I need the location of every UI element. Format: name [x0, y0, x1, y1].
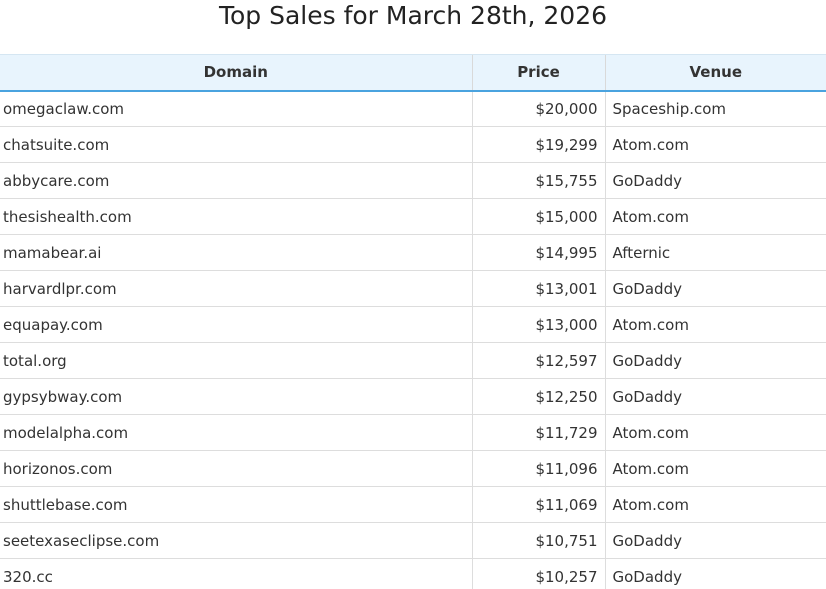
venue-cell: GoDaddy: [604, 378, 826, 415]
price-cell: $11,096: [471, 450, 605, 487]
price-cell: $11,069: [471, 486, 605, 523]
domain-cell: chatsuite.com: [0, 126, 472, 163]
venue-cell: GoDaddy: [604, 558, 826, 589]
price-cell: $10,751: [471, 522, 605, 559]
price-cell: $10,257: [471, 558, 605, 589]
venue-cell: Atom.com: [604, 414, 826, 451]
domain-cell: horizonos.com: [0, 450, 472, 487]
table-row: omegaclaw.com $20,000 Spaceship.com: [0, 90, 826, 127]
venue-cell: Atom.com: [604, 198, 826, 235]
page-title: Top Sales for March 28th, 2026: [218, 1, 608, 30]
venue-cell: GoDaddy: [604, 162, 826, 199]
header-row: Domain Price Venue: [0, 54, 826, 92]
domain-cell: gypsybway.com: [0, 378, 472, 415]
table-row: horizonos.com $11,096 Atom.com: [0, 450, 826, 487]
domain-cell: shuttlebase.com: [0, 486, 472, 523]
table-row: thesishealth.com $15,000 Atom.com: [0, 198, 826, 235]
venue-cell: Atom.com: [604, 450, 826, 487]
domain-cell: seetexaseclipse.com: [0, 522, 472, 559]
table-row: equapay.com $13,000 Atom.com: [0, 306, 826, 343]
price-cell: $20,000: [471, 90, 605, 127]
venue-cell: GoDaddy: [604, 270, 826, 307]
venue-cell: Atom.com: [604, 486, 826, 523]
column-header-domain[interactable]: Domain: [0, 54, 472, 92]
column-header-price[interactable]: Price: [471, 54, 605, 92]
domain-cell: equapay.com: [0, 306, 472, 343]
table-header: Domain Price Venue: [0, 54, 826, 92]
price-cell: $12,250: [471, 378, 605, 415]
table-row: abbycare.com $15,755 GoDaddy: [0, 162, 826, 199]
price-cell: $13,001: [471, 270, 605, 307]
table-row: chatsuite.com $19,299 Atom.com: [0, 126, 826, 163]
venue-cell: Atom.com: [604, 306, 826, 343]
table-row: seetexaseclipse.com $10,751 GoDaddy: [0, 522, 826, 559]
price-cell: $15,000: [471, 198, 605, 235]
table-row: mamabear.ai $14,995 Afternic: [0, 234, 826, 271]
table-row: gypsybway.com $12,250 GoDaddy: [0, 378, 826, 415]
price-cell: $15,755: [471, 162, 605, 199]
table-row: total.org $12,597 GoDaddy: [0, 342, 826, 379]
price-cell: $12,597: [471, 342, 605, 379]
venue-cell: Spaceship.com: [604, 90, 826, 127]
page: Top Sales for March 28th, 2026 Domain Pr…: [0, 0, 826, 589]
table-body: omegaclaw.com $20,000 Spaceship.com chat…: [0, 90, 826, 589]
price-cell: $13,000: [471, 306, 605, 343]
domain-cell: omegaclaw.com: [0, 90, 472, 127]
domain-cell: abbycare.com: [0, 162, 472, 199]
venue-cell: Atom.com: [604, 126, 826, 163]
table-row: harvardlpr.com $13,001 GoDaddy: [0, 270, 826, 307]
domain-cell: harvardlpr.com: [0, 270, 472, 307]
domain-cell: thesishealth.com: [0, 198, 472, 235]
venue-cell: GoDaddy: [604, 342, 826, 379]
price-cell: $14,995: [471, 234, 605, 271]
domain-cell: mamabear.ai: [0, 234, 472, 271]
domain-cell: total.org: [0, 342, 472, 379]
venue-cell: GoDaddy: [604, 522, 826, 559]
venue-cell: Afternic: [604, 234, 826, 271]
price-cell: $19,299: [471, 126, 605, 163]
price-cell: $11,729: [471, 414, 605, 451]
domain-cell: modelalpha.com: [0, 414, 472, 451]
domain-cell: 320.cc: [0, 558, 472, 589]
sales-table: Domain Price Venue omegaclaw.com $20,000…: [0, 54, 826, 589]
column-header-venue[interactable]: Venue: [604, 54, 826, 92]
table-row: 320.cc $10,257 GoDaddy: [0, 558, 826, 589]
table-row: shuttlebase.com $11,069 Atom.com: [0, 486, 826, 523]
table-row: modelalpha.com $11,729 Atom.com: [0, 414, 826, 451]
